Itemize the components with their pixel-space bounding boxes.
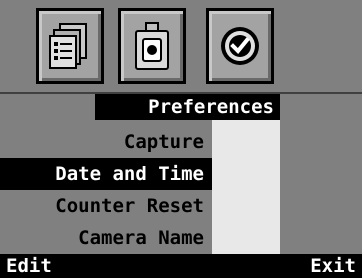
softkey-bar: Edit Exit — [0, 254, 362, 278]
camera-icon — [134, 21, 170, 71]
checkmark-icon — [218, 24, 262, 68]
exit-softkey[interactable]: Exit — [310, 255, 356, 277]
right-panel — [280, 94, 362, 254]
menu-item-camera-name[interactable]: Camera Name — [0, 222, 212, 254]
camera-button[interactable] — [118, 8, 186, 84]
menu-title: Preferences — [95, 94, 280, 120]
value-column — [212, 120, 280, 254]
documents-icon — [48, 22, 92, 70]
menu-item-capture[interactable]: Capture — [0, 126, 212, 158]
toolbar — [0, 0, 362, 92]
documents-button[interactable] — [36, 8, 104, 84]
menu-item-date-and-time[interactable]: Date and Time — [0, 158, 212, 190]
checkmark-button[interactable] — [206, 8, 274, 84]
edit-softkey[interactable]: Edit — [6, 255, 52, 277]
menu-item-counter-reset[interactable]: Counter Reset — [0, 190, 212, 222]
